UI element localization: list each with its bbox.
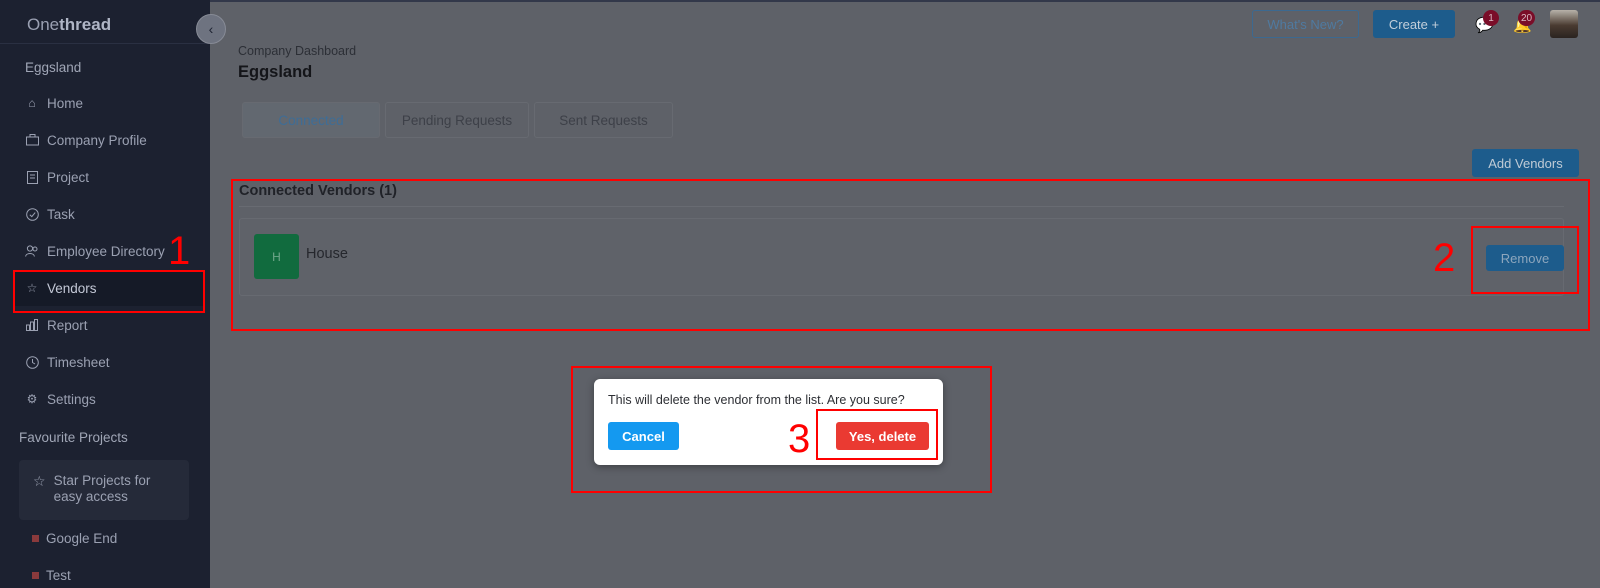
annotation-box-confirm	[816, 409, 938, 460]
sidebar-item-label: Task	[47, 206, 75, 222]
gear-icon: ⚙	[26, 392, 38, 406]
home-icon: ⌂	[28, 96, 36, 110]
project-color-marker	[32, 535, 39, 542]
favourites-heading: Favourite Projects	[19, 430, 128, 445]
clock-icon	[25, 355, 39, 369]
favourite-project-label: Test	[46, 568, 71, 583]
breadcrumb[interactable]: Company Dashboard	[238, 44, 356, 58]
sidebar-item-label: Report	[47, 317, 88, 333]
annotation-box-remove	[1471, 226, 1579, 294]
notification-badge: 20	[1518, 10, 1536, 26]
users-icon	[25, 244, 39, 258]
sidebar-item-settings[interactable]: ⚙ Settings	[14, 381, 204, 417]
chevron-left-icon: ‹	[208, 21, 214, 37]
tab-pending-requests[interactable]: Pending Requests	[385, 102, 529, 138]
star-outline-icon: ☆	[33, 473, 46, 489]
annotation-box-vendors-list	[231, 179, 1590, 331]
document-icon	[25, 170, 39, 184]
annotation-number-2: 2	[1433, 236, 1456, 280]
star-projects-prompt: ☆ Star Projects for easy access	[19, 460, 189, 520]
star-prompt-text: Star Projects for easy access	[53, 473, 151, 504]
organization-name: Eggsland	[25, 60, 82, 75]
sidebar-item-label: Timesheet	[47, 354, 110, 370]
whats-new-button[interactable]: What's New?	[1252, 10, 1359, 38]
sidebar-item-timesheet[interactable]: Timesheet	[14, 344, 204, 380]
project-color-marker	[32, 572, 39, 579]
annotation-number-1: 1	[168, 229, 191, 273]
top-border	[210, 0, 1600, 2]
sidebar-item-label: Employee Directory	[47, 243, 165, 259]
page-title: Eggsland	[238, 63, 313, 81]
sidebar-item-label: Settings	[47, 391, 96, 407]
sidebar-item-project[interactable]: Project	[14, 159, 204, 195]
annotation-number-3: 3	[788, 417, 811, 461]
sidebar-item-label: Home	[47, 95, 84, 111]
sidebar-item-label: Company Profile	[47, 132, 147, 148]
logo-light-text: One	[27, 15, 60, 34]
bar-chart-icon	[25, 318, 39, 332]
sidebar-item-task[interactable]: Task	[14, 196, 204, 232]
create-button[interactable]: Create +	[1373, 10, 1455, 38]
sidebar-item-home[interactable]: ⌂ Home	[14, 85, 204, 121]
tab-sent-requests[interactable]: Sent Requests	[534, 102, 673, 138]
chat-badge: 1	[1483, 10, 1499, 26]
collapse-sidebar-button[interactable]: ‹	[196, 14, 226, 44]
annotation-box-vendors	[13, 270, 205, 313]
briefcase-icon	[25, 133, 39, 147]
sidebar-item-label: Project	[47, 169, 90, 185]
check-circle-icon	[25, 207, 39, 221]
app-logo[interactable]: Onethread	[0, 0, 210, 44]
tab-connected[interactable]: Connected	[242, 102, 380, 138]
favourite-project-label: Google End	[46, 531, 118, 546]
user-avatar[interactable]	[1550, 10, 1578, 38]
favourite-project[interactable]: Test	[32, 568, 71, 583]
logo-bold-text: thread	[59, 15, 112, 34]
sidebar-item-company-profile[interactable]: Company Profile	[14, 122, 204, 158]
add-vendors-button[interactable]: Add Vendors	[1472, 149, 1579, 177]
favourite-project[interactable]: Google End	[32, 531, 117, 546]
